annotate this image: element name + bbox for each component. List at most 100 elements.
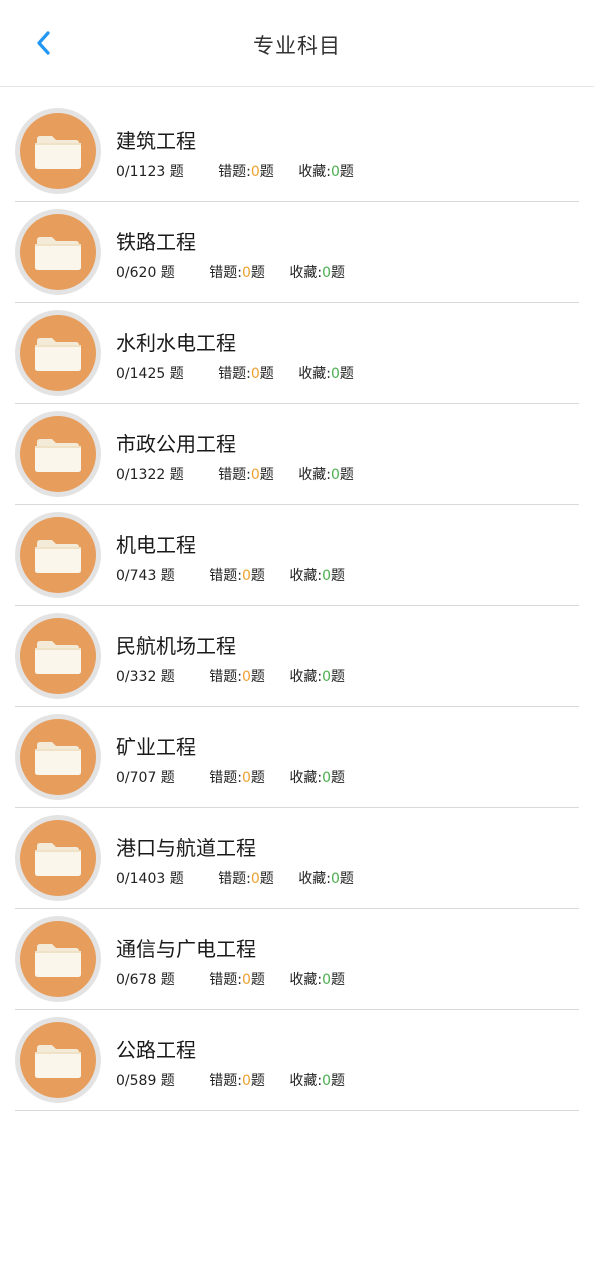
favorite-count: 0 <box>322 568 331 584</box>
favorite-questions[interactable]: 收藏:0题 <box>289 1070 345 1090</box>
wrong-questions[interactable]: 错题:0题 <box>209 969 265 989</box>
favorite-count: 0 <box>330 366 340 382</box>
subject-avatar <box>15 714 101 800</box>
subject-item[interactable]: 民航机场工程 0/332 题 错题:0题 收藏:0题 <box>15 606 579 707</box>
favorite-count: 0 <box>330 871 340 887</box>
wrong-questions[interactable]: 错题:0题 <box>209 262 265 282</box>
subject-avatar <box>15 209 101 295</box>
wrong-questions[interactable]: 错题:0题 <box>218 161 274 181</box>
folder-icon <box>35 1045 81 1078</box>
subject-item[interactable]: 矿业工程 0/707 题 错题:0题 收藏:0题 <box>15 707 579 808</box>
subject-stats: 0/1425 题 错题:0题 收藏:0题 <box>116 363 354 383</box>
subject-avatar <box>15 613 101 699</box>
subject-avatar <box>15 916 101 1002</box>
question-progress: 0/707 题 <box>116 770 175 786</box>
favorite-questions[interactable]: 收藏:0题 <box>289 969 345 989</box>
subject-title: 港口与航道工程 <box>116 836 256 860</box>
question-progress: 0/589 题 <box>116 1073 175 1089</box>
wrong-questions[interactable]: 错题:0题 <box>218 363 274 383</box>
favorite-count: 0 <box>330 164 340 180</box>
favorite-questions[interactable]: 收藏:0题 <box>298 161 354 181</box>
question-progress: 0/332 题 <box>116 669 175 685</box>
favorite-questions[interactable]: 收藏:0题 <box>289 565 345 585</box>
subject-item[interactable]: 水利水电工程 0/1425 题 错题:0题 收藏:0题 <box>15 303 579 404</box>
subject-stats: 0/620 题 错题:0题 收藏:0题 <box>116 262 345 282</box>
wrong-count: 0 <box>241 972 251 988</box>
subject-title: 铁路工程 <box>116 230 196 254</box>
subject-title: 矿业工程 <box>116 735 196 759</box>
wrong-questions[interactable]: 错题:0题 <box>209 565 265 585</box>
subject-title: 民航机场工程 <box>116 634 236 658</box>
subject-title: 建筑工程 <box>116 129 196 153</box>
subject-avatar <box>15 512 101 598</box>
favorite-questions[interactable]: 收藏:0题 <box>298 868 354 888</box>
subject-item[interactable]: 市政公用工程 0/1322 题 错题:0题 收藏:0题 <box>15 404 579 505</box>
folder-icon <box>35 742 81 775</box>
favorite-questions[interactable]: 收藏:0题 <box>289 767 345 787</box>
app-header: 专业科目 <box>0 0 594 87</box>
question-progress: 0/1403 题 <box>116 871 184 887</box>
subject-item[interactable]: 公路工程 0/589 题 错题:0题 收藏:0题 <box>15 1010 579 1111</box>
question-progress: 0/678 题 <box>116 972 175 988</box>
subject-item[interactable]: 机电工程 0/743 题 错题:0题 收藏:0题 <box>15 505 579 606</box>
subject-title: 市政公用工程 <box>116 432 236 456</box>
subject-stats: 0/707 题 错题:0题 收藏:0题 <box>116 767 345 787</box>
subject-avatar <box>15 108 101 194</box>
favorite-questions[interactable]: 收藏:0题 <box>298 363 354 383</box>
subject-avatar <box>15 310 101 396</box>
subject-avatar <box>15 411 101 497</box>
subject-item[interactable]: 建筑工程 0/1123 题 错题:0题 收藏:0题 <box>15 101 579 202</box>
subject-item[interactable]: 港口与航道工程 0/1403 题 错题:0题 收藏:0题 <box>15 808 579 909</box>
folder-icon <box>35 237 81 270</box>
subject-stats: 0/589 题 错题:0题 收藏:0题 <box>116 1070 345 1090</box>
favorite-count: 0 <box>322 972 331 988</box>
wrong-count: 0 <box>241 265 251 281</box>
question-progress: 0/620 题 <box>116 265 175 281</box>
subject-stats: 0/1322 题 错题:0题 收藏:0题 <box>116 464 354 484</box>
folder-icon <box>35 944 81 977</box>
wrong-count: 0 <box>250 366 260 382</box>
subject-stats: 0/743 题 错题:0题 收藏:0题 <box>116 565 345 585</box>
subject-stats: 0/332 题 错题:0题 收藏:0题 <box>116 666 345 686</box>
wrong-count: 0 <box>241 568 251 584</box>
subject-stats: 0/1403 题 错题:0题 收藏:0题 <box>116 868 354 888</box>
favorite-count: 0 <box>322 669 331 685</box>
wrong-questions[interactable]: 错题:0题 <box>209 666 265 686</box>
question-progress: 0/743 题 <box>116 568 175 584</box>
favorite-count: 0 <box>330 467 340 483</box>
folder-icon <box>35 338 81 371</box>
wrong-questions[interactable]: 错题:0题 <box>218 464 274 484</box>
favorite-count: 0 <box>322 1073 331 1089</box>
wrong-questions[interactable]: 错题:0题 <box>209 767 265 787</box>
wrong-count: 0 <box>250 467 260 483</box>
subject-title: 通信与广电工程 <box>116 937 256 961</box>
question-progress: 0/1425 题 <box>116 366 184 382</box>
subject-avatar <box>15 815 101 901</box>
subject-stats: 0/678 题 错题:0题 收藏:0题 <box>116 969 345 989</box>
favorite-count: 0 <box>322 265 331 281</box>
page-title: 专业科目 <box>253 34 341 58</box>
wrong-count: 0 <box>241 1073 251 1089</box>
favorite-count: 0 <box>322 770 331 786</box>
folder-icon <box>35 641 81 674</box>
subject-list: 建筑工程 0/1123 题 错题:0题 收藏:0题 铁路工程 0/620 题 错… <box>15 101 579 1111</box>
favorite-questions[interactable]: 收藏:0题 <box>298 464 354 484</box>
subject-stats: 0/1123 题 错题:0题 收藏:0题 <box>116 161 354 181</box>
wrong-questions[interactable]: 错题:0题 <box>209 1070 265 1090</box>
wrong-count: 0 <box>241 669 251 685</box>
favorite-questions[interactable]: 收藏:0题 <box>289 262 345 282</box>
folder-icon <box>35 843 81 876</box>
subject-title: 机电工程 <box>116 533 196 557</box>
folder-icon <box>35 439 81 472</box>
subject-title: 水利水电工程 <box>116 331 236 355</box>
wrong-questions[interactable]: 错题:0题 <box>218 868 274 888</box>
subject-item[interactable]: 铁路工程 0/620 题 错题:0题 收藏:0题 <box>15 202 579 303</box>
subject-title: 公路工程 <box>116 1038 196 1062</box>
question-progress: 0/1123 题 <box>116 164 184 180</box>
favorite-questions[interactable]: 收藏:0题 <box>289 666 345 686</box>
folder-icon <box>35 136 81 169</box>
wrong-count: 0 <box>250 871 260 887</box>
subject-item[interactable]: 通信与广电工程 0/678 题 错题:0题 收藏:0题 <box>15 909 579 1010</box>
wrong-count: 0 <box>241 770 251 786</box>
question-progress: 0/1322 题 <box>116 467 184 483</box>
